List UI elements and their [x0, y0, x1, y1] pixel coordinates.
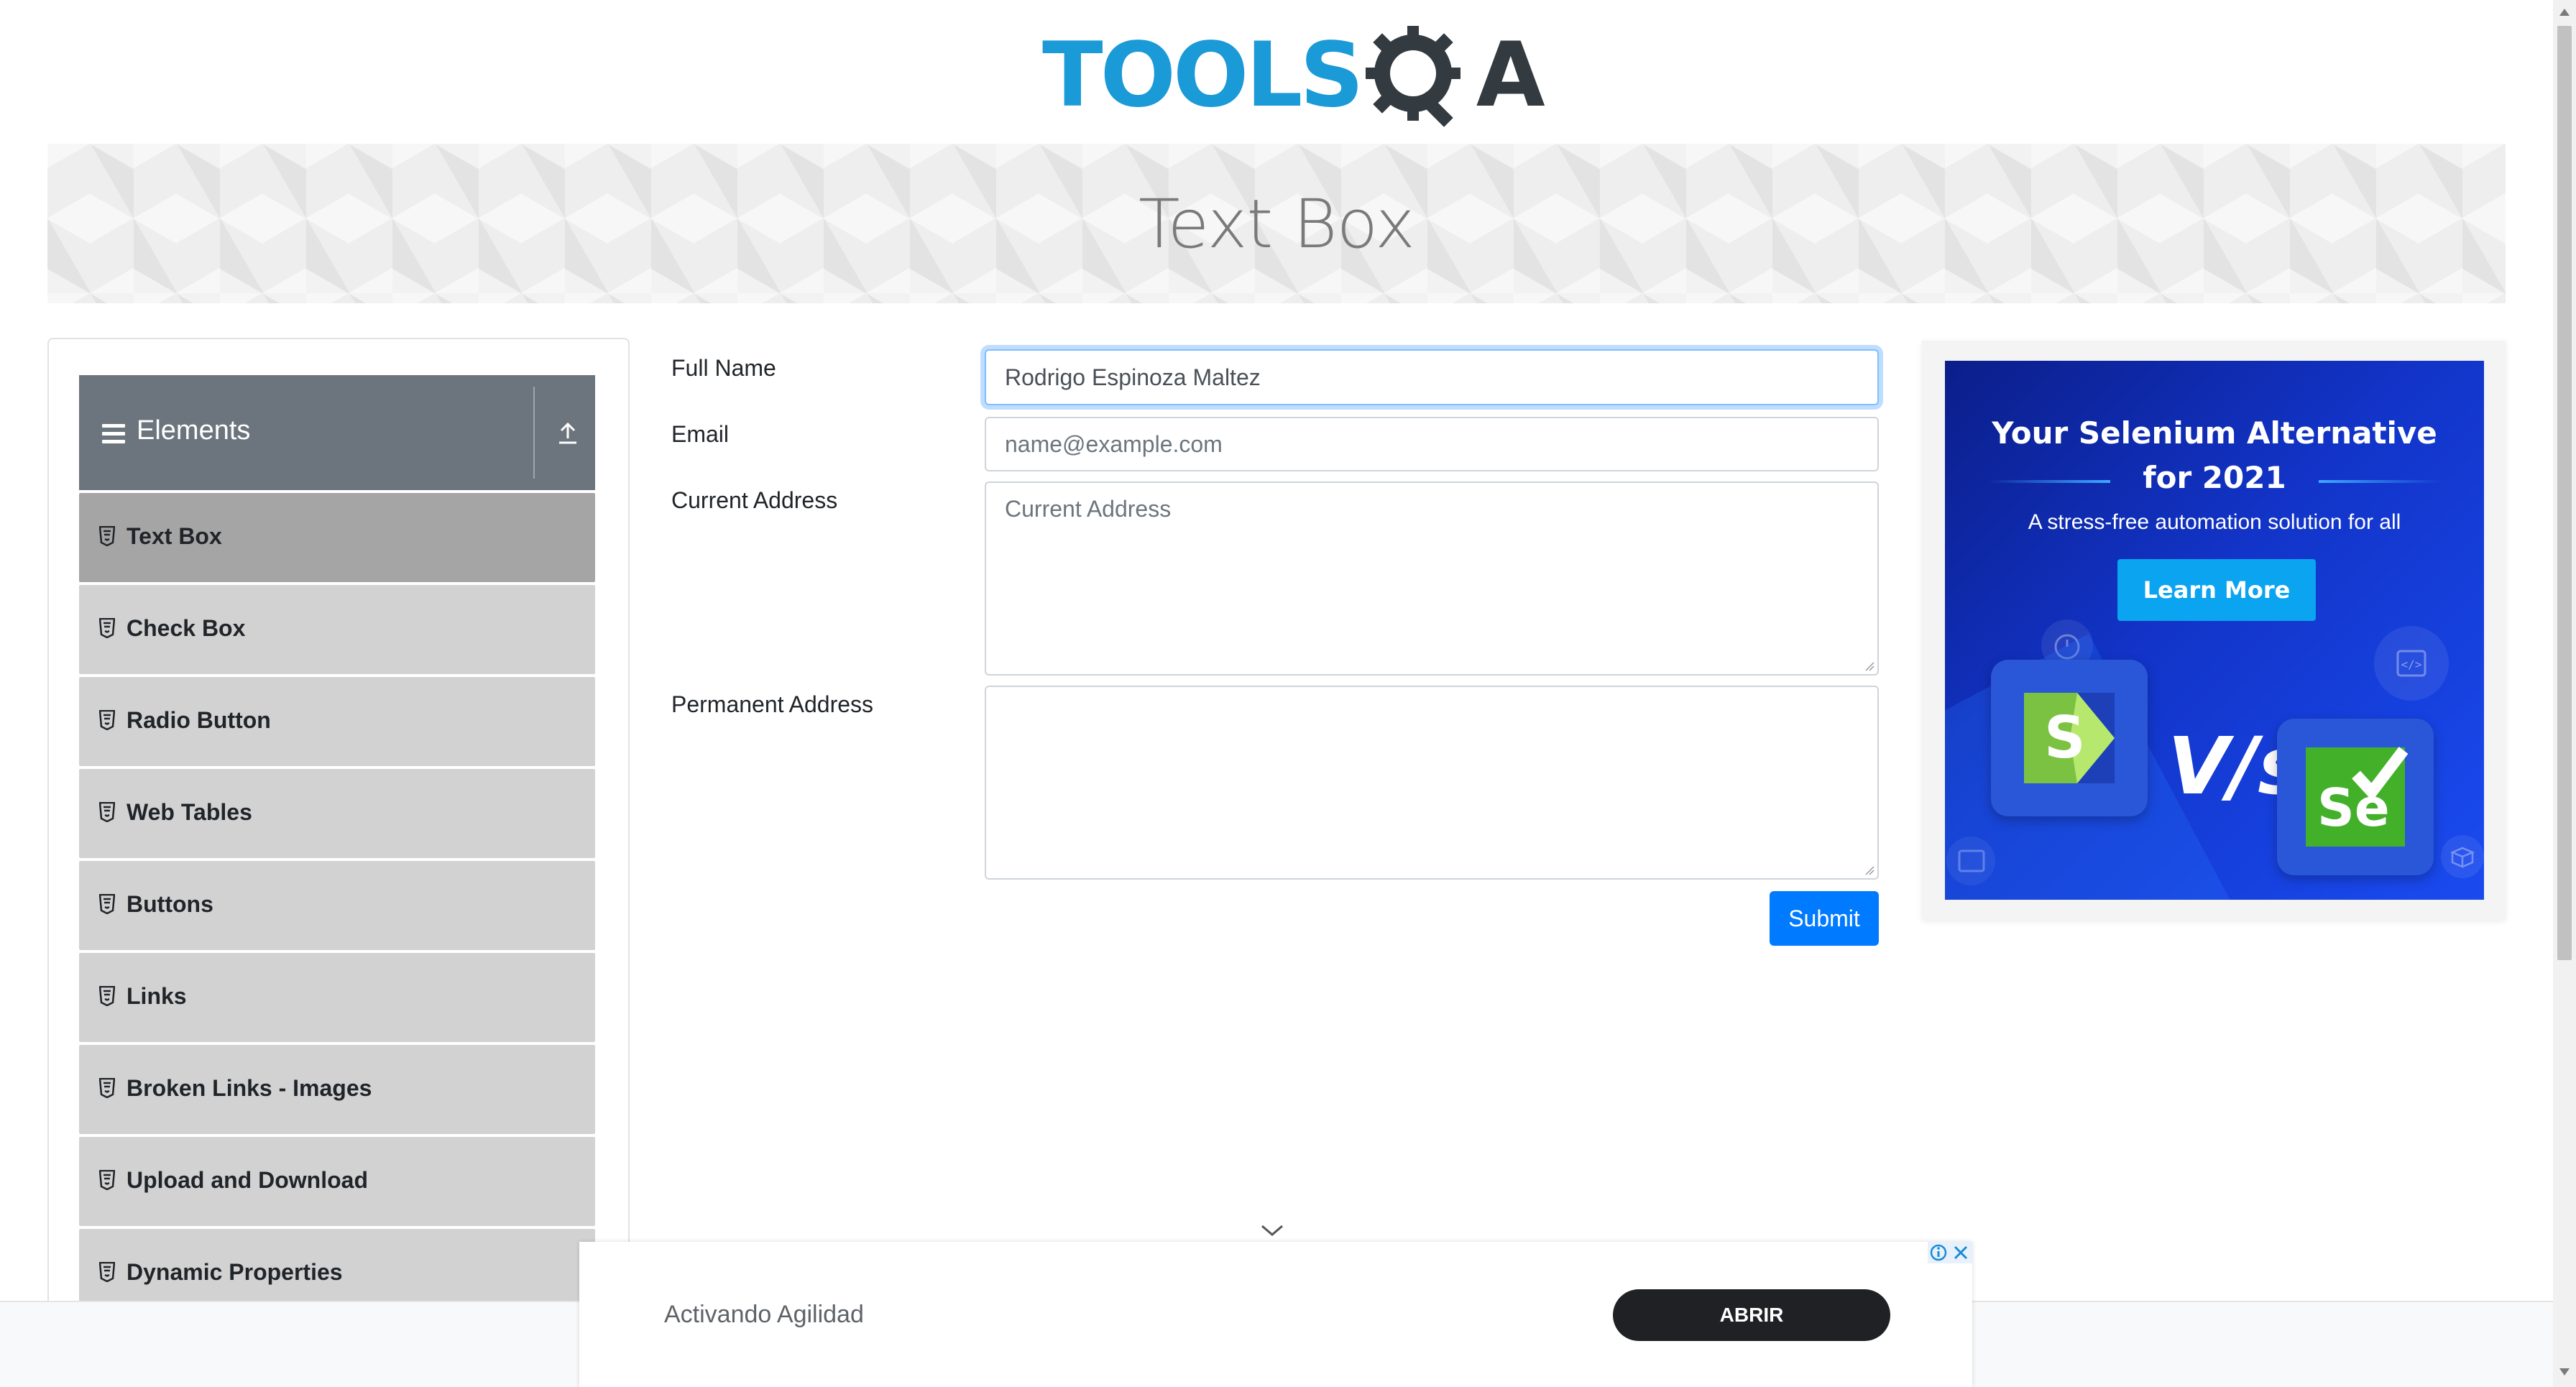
- ad-title-accent-left: [1988, 480, 2110, 483]
- html5-icon: [98, 709, 116, 731]
- page-scrollbar[interactable]: [2553, 0, 2576, 1387]
- code-icon: </>: [2374, 626, 2449, 701]
- katalon-letter: S: [2044, 704, 2086, 771]
- html5-icon: [98, 525, 116, 547]
- chevron-down-icon[interactable]: [1259, 1223, 1285, 1238]
- scrollbar-thumb[interactable]: [2557, 26, 2572, 960]
- permanent-address-label: Permanent Address: [671, 691, 874, 717]
- scroll-down-icon[interactable]: [2559, 1367, 2570, 1377]
- hamburger-icon: [102, 424, 125, 444]
- sidebar-item-web-tables[interactable]: Web Tables: [79, 769, 595, 858]
- bottom-ad-text: Activando Agilidad: [664, 1301, 864, 1328]
- submit-button[interactable]: Submit: [1770, 891, 1879, 946]
- permanent-address-textarea[interactable]: [985, 686, 1879, 880]
- header-divider: [533, 387, 535, 479]
- group-label: Elements: [137, 415, 251, 446]
- ad-subtitle: A stress-free automation solution for al…: [2028, 510, 2401, 534]
- page: TOOLS A Text Box Elements Text Box Check…: [0, 0, 2576, 1387]
- current-address-label: Current Address: [671, 487, 838, 513]
- ad-title-accent-right: [2319, 480, 2441, 483]
- box-icon: [2441, 835, 2484, 878]
- page-title: Text Box: [1138, 185, 1415, 264]
- html5-icon: [98, 985, 116, 1007]
- left-panel: Elements Text Box Check Box Radio Button…: [47, 338, 630, 1387]
- svg-text:</>: </>: [2401, 658, 2422, 671]
- learn-more-button[interactable]: Learn More: [2117, 559, 2316, 621]
- sidebar-item-broken-links-images[interactable]: Broken Links - Images: [79, 1045, 595, 1134]
- scroll-up-icon[interactable]: [2559, 7, 2570, 17]
- email-input[interactable]: [985, 417, 1879, 471]
- resize-grip-icon[interactable]: [1864, 865, 1874, 875]
- sidebar-item-buttons[interactable]: Buttons: [79, 861, 595, 950]
- katalon-logo-tile: S: [1991, 660, 2148, 816]
- sidebar-menu: Text Box Check Box Radio Button Web Tabl…: [79, 493, 595, 1321]
- open-ad-button[interactable]: ABRIR: [1613, 1289, 1890, 1341]
- sidebar-item-label: Upload and Download: [126, 1167, 368, 1193]
- sidebar-item-label: Buttons: [126, 891, 213, 917]
- selenium-letters: Se: [2317, 778, 2390, 838]
- html5-icon: [98, 801, 116, 823]
- toolsqa-logo[interactable]: TOOLS A: [1042, 22, 1545, 129]
- sidebar-item-text-box[interactable]: Text Box: [79, 493, 595, 582]
- email-label: Email: [671, 421, 730, 447]
- info-icon[interactable]: [1928, 1242, 1949, 1263]
- sidebar-item-label: Broken Links - Images: [126, 1075, 372, 1101]
- sidebar-item-links[interactable]: Links: [79, 953, 595, 1042]
- sidebar-item-label: Links: [126, 983, 187, 1009]
- html5-icon: [98, 1261, 116, 1283]
- sidebar-item-label: Check Box: [126, 615, 246, 641]
- html5-icon: [98, 893, 116, 915]
- current-address-textarea[interactable]: [985, 481, 1879, 676]
- selenium-logo-tile: Se: [2277, 719, 2434, 875]
- ad-choices[interactable]: [1928, 1242, 1972, 1263]
- logo-a-text: A: [1476, 24, 1545, 127]
- resize-grip-icon[interactable]: [1864, 661, 1874, 671]
- html5-icon: [98, 1169, 116, 1191]
- elements-group-header[interactable]: Elements: [79, 375, 595, 490]
- sidebar-item-check-box[interactable]: Check Box: [79, 585, 595, 674]
- sidebar-item-label: Web Tables: [126, 799, 252, 825]
- page-banner: Text Box: [47, 144, 2506, 303]
- sidebar-item-label: Dynamic Properties: [126, 1259, 343, 1285]
- close-icon[interactable]: [1949, 1242, 1972, 1263]
- sidebar-item-label: Text Box: [126, 523, 222, 549]
- sidebar-item-upload-and-download[interactable]: Upload and Download: [79, 1137, 595, 1226]
- sidebar-item-label: Radio Button: [126, 707, 271, 733]
- gear-magnifier-icon: [1361, 22, 1476, 129]
- right-ad-container: Your Selenium Alternative for 2021 A str…: [1922, 341, 2506, 920]
- selenium-alternative-ad[interactable]: Your Selenium Alternative for 2021 A str…: [1945, 361, 2484, 900]
- ad-title-line1: Your Selenium Alternative: [1992, 415, 2437, 451]
- logo-tools-text: TOOLS: [1042, 24, 1364, 127]
- full-name-input[interactable]: [985, 349, 1879, 405]
- html5-icon: [98, 617, 116, 639]
- html5-icon: [98, 1077, 116, 1099]
- collapse-up-icon[interactable]: [553, 418, 582, 447]
- ad-title-line2: for 2021: [2143, 460, 2286, 495]
- bottom-ad-banner[interactable]: Activando Agilidad ABRIR: [579, 1225, 1972, 1387]
- full-name-label: Full Name: [671, 355, 776, 381]
- ad-title: Your Selenium Alternative for 2021: [1945, 411, 2484, 500]
- sidebar-item-radio-button[interactable]: Radio Button: [79, 677, 595, 766]
